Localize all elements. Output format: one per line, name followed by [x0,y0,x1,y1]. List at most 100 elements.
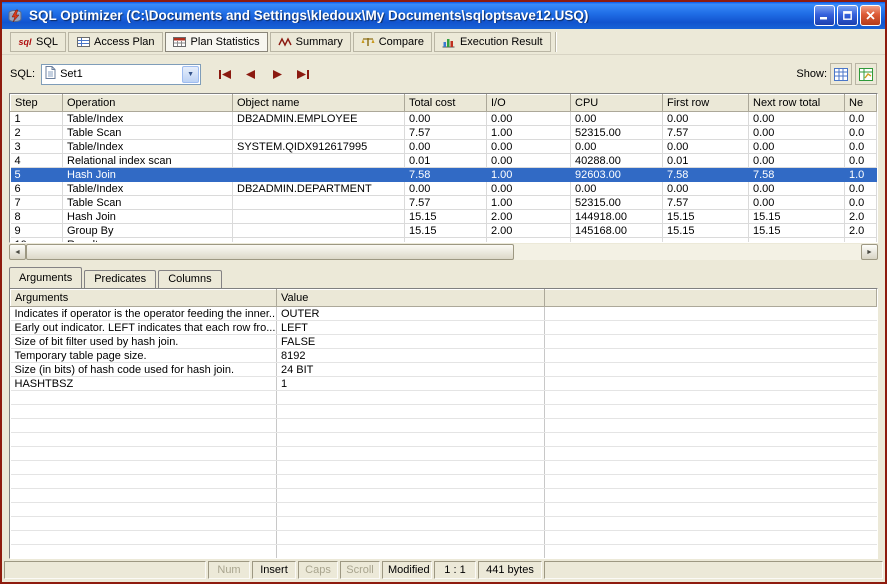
scroll-left-icon[interactable]: ◄ [9,244,26,260]
table-row[interactable]: 5Hash Join7.581.0092603.007.587.581.0 [11,168,877,182]
column-header[interactable]: Value [277,290,545,307]
cell: 0.00 [749,140,845,154]
cell: Size of bit filter used by hash join. [11,335,277,349]
cell [233,154,405,168]
tab-access-plan[interactable]: Access Plan [68,32,163,52]
tab-label: Plan Statistics [191,36,260,48]
tab-compare[interactable]: Compare [353,32,432,52]
empty-row [11,545,877,559]
column-header[interactable]: Ne [845,95,877,112]
cell [545,489,877,503]
cell: 8 [11,210,63,224]
cell [405,238,487,244]
cell: Temporary table page size. [11,349,277,363]
column-header[interactable]: Arguments [11,290,277,307]
plan-statistics-grid: StepOperationObject nameTotal costI/OCPU… [9,93,878,243]
cell [11,531,277,545]
column-header[interactable]: Object name [233,95,405,112]
table-row[interactable]: 3Table/IndexSYSTEM.QIDX9126179950.000.00… [11,140,877,154]
column-header[interactable]: Operation [63,95,233,112]
cell: 0.00 [571,182,663,196]
status-num-lock: Num [208,561,250,579]
maximize-button[interactable] [837,5,858,26]
title-bar[interactable]: SQL Optimizer (C:\Documents and Settings… [2,2,885,29]
show-grid-button[interactable] [830,63,852,85]
tab-plan-statistics[interactable]: Plan Statistics [165,32,268,52]
cell [277,517,545,531]
tab-label: Access Plan [94,36,155,48]
cell [845,238,877,244]
app-icon [6,7,24,25]
status-caps-lock: Caps [298,561,338,579]
cell: 15.15 [663,224,749,238]
tab-predicates[interactable]: Predicates [84,270,156,288]
table-row[interactable]: 2Table Scan7.571.0052315.007.570.000.0 [11,126,877,140]
cell: 4 [11,154,63,168]
scrollbar-thumb[interactable] [26,244,514,260]
table-row[interactable]: 9Group By15.152.00145168.0015.1515.152.0 [11,224,877,238]
column-header[interactable]: Total cost [405,95,487,112]
table-row[interactable]: Size (in bits) of hash code used for has… [11,363,877,377]
table-row[interactable]: 1Table/IndexDB2ADMIN.EMPLOYEE0.000.000.0… [11,112,877,126]
table-row[interactable]: Size of bit filter used by hash join.FAL… [11,335,877,349]
cell [545,531,877,545]
horizontal-scrollbar[interactable]: ◄ ► [9,244,878,260]
empty-row [11,503,877,517]
table-row[interactable]: HASHTBSZ1 [11,377,877,391]
cell: 0.00 [749,196,845,210]
cell: 5 [11,168,63,182]
show-chart-button[interactable] [855,63,877,85]
table-row[interactable]: Early out indicator. LEFT indicates that… [11,321,877,335]
cell: 1.00 [487,126,571,140]
status-byte-count: 441 bytes [478,561,542,579]
column-header[interactable] [545,290,877,307]
table-row[interactable]: 7Table Scan7.571.0052315.007.570.000.0 [11,196,877,210]
table-row[interactable]: Indicates if operator is the operator fe… [11,307,877,321]
tab-columns[interactable]: Columns [158,270,221,288]
cell: OUTER [277,307,545,321]
cell [277,447,545,461]
show-options: Show: [796,63,877,85]
empty-row [11,489,877,503]
table-row[interactable]: 6Table/IndexDB2ADMIN.DEPARTMENT0.000.000… [11,182,877,196]
cell [545,461,877,475]
tab-sql[interactable]: sql SQL [10,32,66,52]
previous-record-button[interactable] [239,63,263,85]
tab-execution-result[interactable]: Execution Result [434,32,551,52]
scroll-right-icon[interactable]: ► [861,244,878,260]
next-record-button[interactable] [265,63,289,85]
dropdown-arrow-icon[interactable]: ▼ [182,66,199,83]
table-row[interactable]: 10Result [11,238,877,244]
cell: Table Scan [63,126,233,140]
minimize-button[interactable] [814,5,835,26]
sql-set-dropdown[interactable]: Set1 ▼ [41,64,201,85]
cell: 0.00 [663,112,749,126]
status-bar: Num Insert Caps Scroll Modified 1 : 1 44… [2,559,885,582]
cell: 15.15 [663,210,749,224]
cell: 1.00 [487,196,571,210]
tab-arguments[interactable]: Arguments [9,267,82,288]
empty-row [11,517,877,531]
close-button[interactable] [860,5,881,26]
empty-row [11,531,877,545]
column-header[interactable]: First row [663,95,749,112]
column-header[interactable]: CPU [571,95,663,112]
table-row[interactable]: 8Hash Join15.152.00144918.0015.1515.152.… [11,210,877,224]
column-header[interactable]: Next row total [749,95,845,112]
cell [663,238,749,244]
cell: 0.00 [571,140,663,154]
cell [11,461,277,475]
column-header[interactable]: Step [11,95,63,112]
tab-label: Compare [379,36,424,48]
toolbar: SQL: Set1 ▼ Show: [2,55,885,93]
tab-summary[interactable]: Summary [270,32,351,52]
scrollbar-track[interactable] [514,244,861,260]
table-row[interactable]: 4Relational index scan0.010.0040288.000.… [11,154,877,168]
last-record-button[interactable] [291,63,315,85]
column-header[interactable]: I/O [487,95,571,112]
first-record-button[interactable] [213,63,237,85]
cell: 7.57 [405,126,487,140]
cell: FALSE [277,335,545,349]
plan-statistics-icon [173,36,187,48]
table-row[interactable]: Temporary table page size.8192 [11,349,877,363]
